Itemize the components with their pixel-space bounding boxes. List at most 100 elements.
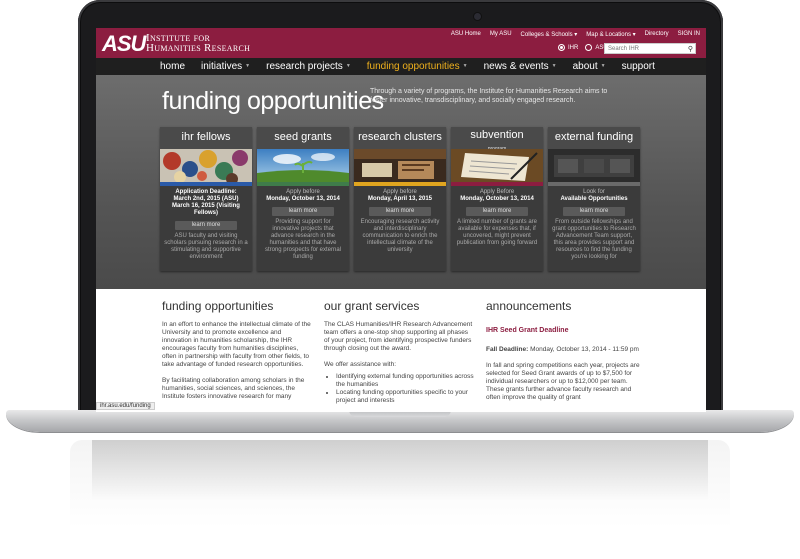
institute-line-2: Humanities Research <box>146 42 251 54</box>
card-image-external <box>548 149 640 182</box>
col-paragraph: By facilitating collaboration among scho… <box>162 377 305 400</box>
card-ihr-fellows[interactable]: ihr fellows Application Deadline: March … <box>160 127 252 271</box>
nav-funding[interactable]: funding opportunities ▼ <box>367 61 468 72</box>
deadline-value: Monday, October 13, 2014 <box>266 196 340 202</box>
services-list: Identifying external funding opportuniti… <box>336 373 474 405</box>
deadline-label: Apply before <box>383 189 417 195</box>
search-scope: IHR ASU <box>558 44 608 51</box>
deadline-value: Monday, April 13, 2015 <box>367 196 433 202</box>
deadline-label: Application Deadline: <box>175 189 237 195</box>
page-title: funding opportunities <box>162 87 384 115</box>
screen-reflection <box>92 440 708 500</box>
status-bar-url: ihr.asu.edu/funding <box>96 402 155 410</box>
col-paragraph: In an effort to enhance the intellectual… <box>162 321 311 368</box>
card-subtitle: program <box>487 146 507 149</box>
laptop-mockup: ASU Institute for Humanities Research AS… <box>0 0 800 559</box>
chevron-down-icon: ▼ <box>551 63 557 70</box>
col-paragraph: In fall and spring competitions each yea… <box>486 362 640 401</box>
learn-more-button[interactable]: learn more <box>563 207 625 216</box>
fall-deadline: Fall Deadline: Monday, October 13, 2014 … <box>486 346 646 354</box>
hero-banner: funding opportunities Through a variety … <box>96 75 706 289</box>
card-image-seed <box>257 149 349 182</box>
card-description: From outside fellowships and grant oppor… <box>552 219 636 260</box>
col-funding: funding opportunities In an effort to en… <box>162 299 312 401</box>
asu-logo[interactable]: ASU <box>102 31 146 57</box>
radio-ihr[interactable] <box>558 44 565 51</box>
institute-logo-text[interactable]: Institute for Humanities Research <box>146 33 251 54</box>
fall-deadline-value: Monday, October 13, 2014 - 11:59 pm <box>528 346 639 353</box>
card-title: ihr fellows <box>160 127 252 149</box>
deadline-value: March 2nd, 2015 (ASU) March 16, 2015 (Vi… <box>172 196 240 216</box>
nav-news-label: news & events <box>483 61 549 72</box>
link-directory[interactable]: Directory <box>645 31 669 38</box>
card-title: external funding <box>548 127 640 149</box>
content-area: funding opportunities In an effort to en… <box>96 289 706 412</box>
link-my-asu[interactable]: My ASU <box>490 31 512 38</box>
card-deadline: Apply Before Monday, October 13, 2014 <box>455 189 539 203</box>
radio-ihr-label: IHR <box>568 44 579 51</box>
link-colleges[interactable]: Colleges & Schools ▾ <box>521 31 578 38</box>
learn-more-button[interactable]: learn more <box>466 207 528 216</box>
nav-news[interactable]: news & events ▼ <box>484 61 557 72</box>
list-item: Locating funding opportunities specific … <box>336 389 474 405</box>
deadline-label: Look for <box>583 189 605 195</box>
card-description: ASU faculty and visiting scholars pursui… <box>164 233 248 260</box>
card-seed-grants[interactable]: seed grants Apply before Monday, October… <box>257 127 349 271</box>
card-title: seed grants <box>257 127 349 149</box>
col-heading: announcements <box>486 299 572 313</box>
card-description: Providing support for innovative project… <box>264 219 342 260</box>
announcement-link[interactable]: IHR Seed Grant Deadline <box>486 327 646 334</box>
learn-more-button[interactable]: learn more <box>272 207 334 216</box>
search-input[interactable]: Search IHR ⚲ <box>604 43 696 54</box>
browser-screen: ASU Institute for Humanities Research AS… <box>96 28 706 412</box>
nav-support[interactable]: support <box>622 61 655 72</box>
card-subvention[interactable]: subvention program Apply Before Monday, … <box>451 127 543 271</box>
nav-about-label: about <box>572 61 598 72</box>
col-announcements: announcements IHR Seed Grant Deadline Fa… <box>486 299 646 402</box>
nav-research-projects[interactable]: research projects ▼ <box>266 61 351 72</box>
nav-about[interactable]: about ▼ <box>573 61 606 72</box>
link-sign-in[interactable]: SIGN IN <box>678 31 700 38</box>
nav-home-label: home <box>160 61 186 72</box>
learn-more-button[interactable]: learn more <box>175 221 237 230</box>
card-deadline: Apply before Monday, October 13, 2014 <box>261 189 345 203</box>
card-image-fellows <box>160 149 252 182</box>
camera-icon <box>474 13 481 20</box>
card-description: A limited number of grants are available… <box>456 219 538 246</box>
chevron-down-icon: ▼ <box>462 63 468 70</box>
funding-cards: ihr fellows Application Deadline: March … <box>160 127 640 271</box>
nav-research-label: research projects <box>266 61 343 72</box>
learn-more-button[interactable]: learn more <box>369 207 431 216</box>
card-image-clusters <box>354 149 446 182</box>
chevron-down-icon: ▼ <box>345 63 351 70</box>
card-title: research clusters <box>354 127 446 149</box>
chevron-down-icon: ▼ <box>600 63 606 70</box>
deadline-label: Apply before <box>286 189 320 195</box>
card-external-funding[interactable]: external funding Look for Available Oppo… <box>548 127 640 271</box>
card-deadline: Look for Available Opportunities <box>552 189 636 203</box>
nav-funding-label: funding opportunities <box>366 61 460 72</box>
nav-initiatives-label: initiatives <box>201 61 243 72</box>
col-paragraph: The CLAS Humanities/IHR Research Advance… <box>324 321 473 352</box>
col-heading: our grant services <box>324 299 420 313</box>
main-nav: home initiatives ▼ research projects ▼ fun… <box>96 58 706 75</box>
card-deadline: Application Deadline: March 2nd, 2015 (A… <box>164 189 248 217</box>
deadline-value: Monday, October 13, 2014 <box>460 196 534 202</box>
col-grant-services: our grant services The CLAS Humanities/I… <box>324 299 474 405</box>
search-icon[interactable]: ⚲ <box>688 45 693 53</box>
deadline-value: Available Opportunities <box>560 196 628 202</box>
card-research-clusters[interactable]: research clusters Apply before Monday, A… <box>354 127 446 271</box>
radio-asu[interactable] <box>585 44 593 51</box>
card-description: Encouraging research activity and interd… <box>360 219 440 253</box>
asu-header: ASU Institute for Humanities Research AS… <box>96 28 706 58</box>
card-title-text: subvention <box>470 129 524 141</box>
nav-home[interactable]: home <box>160 61 185 72</box>
deadline-label: Apply Before <box>479 189 515 195</box>
col-paragraph: We offer assistance with: <box>324 361 397 368</box>
link-asu-home[interactable]: ASU Home <box>451 31 481 38</box>
nav-initiatives[interactable]: initiatives ▼ <box>201 61 250 72</box>
nav-support-label: support <box>621 61 655 72</box>
link-map[interactable]: Map & Locations ▾ <box>586 31 635 38</box>
hero-description: Through a variety of programs, the Insti… <box>370 88 608 104</box>
card-deadline: Apply before Monday, April 13, 2015 <box>358 189 442 203</box>
